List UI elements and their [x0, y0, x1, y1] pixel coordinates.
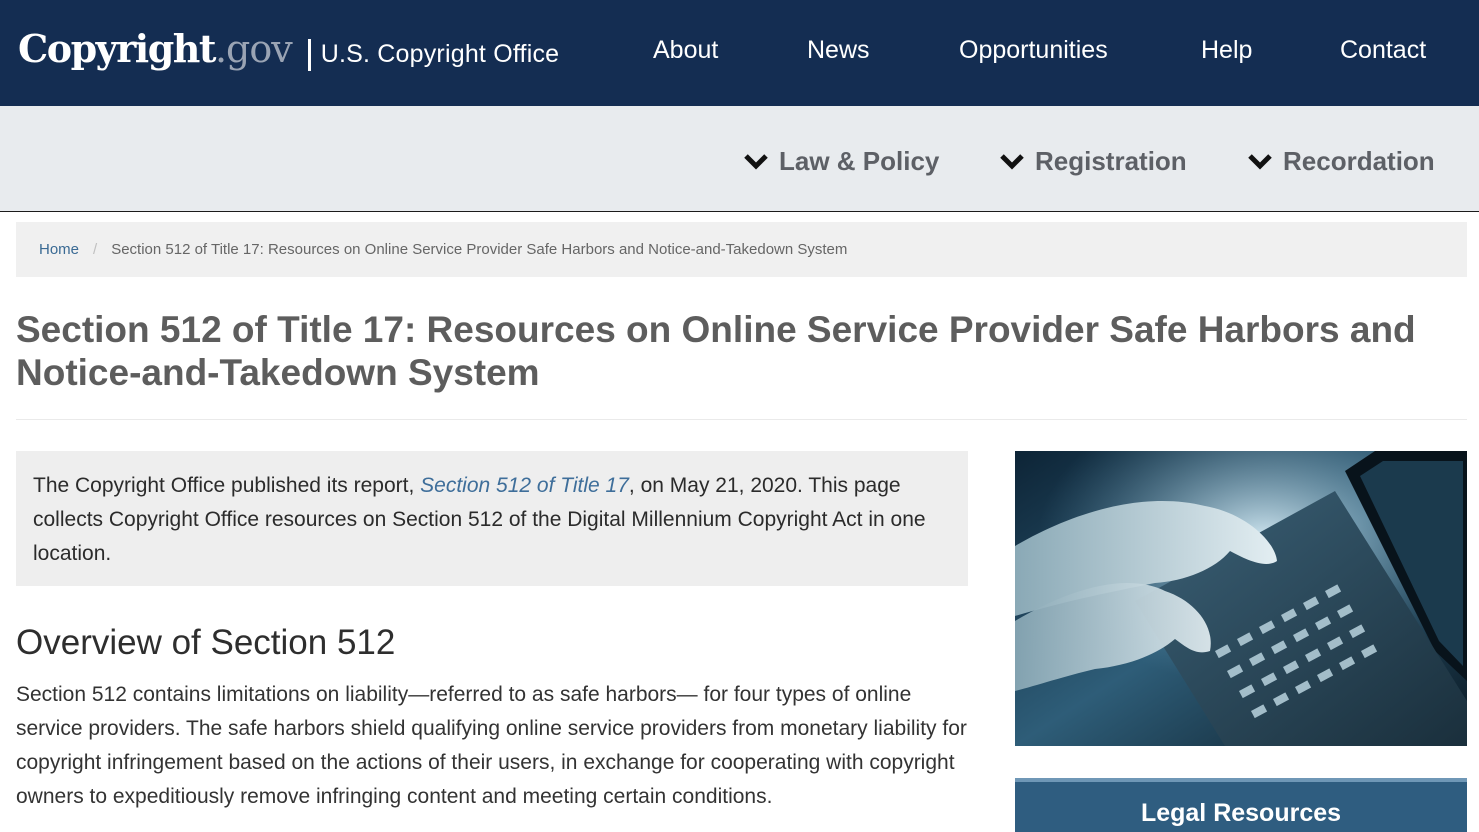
- site-header: Copyright .gov U.S. Copyright Office Abo…: [0, 0, 1479, 106]
- chevron-down-icon: [1247, 153, 1273, 171]
- report-link[interactable]: Section 512 of Title 17: [420, 474, 629, 497]
- overview-body: Section 512 contains limitations on liab…: [16, 683, 967, 808]
- subnav-recordation[interactable]: Recordation: [1247, 146, 1435, 177]
- page-title: Section 512 of Title 17: Resources on On…: [16, 309, 1416, 393]
- subnav-label: Law & Policy: [779, 146, 940, 176]
- main-nav: About News Opportunities Help Contact: [0, 36, 1479, 70]
- nav-contact[interactable]: Contact: [1340, 36, 1426, 65]
- subnav-registration[interactable]: Registration: [999, 146, 1187, 177]
- intro-callout: The Copyright Office published its repor…: [16, 451, 968, 586]
- subnav-label: Recordation: [1283, 146, 1435, 176]
- chevron-down-icon: [999, 153, 1025, 171]
- subnav-law-policy[interactable]: Law & Policy: [743, 146, 939, 177]
- nav-about[interactable]: About: [653, 36, 718, 65]
- laptop-typing-image: [1015, 451, 1467, 746]
- nav-help[interactable]: Help: [1201, 36, 1252, 65]
- title-divider: [16, 419, 1467, 420]
- legal-resources-header[interactable]: Legal Resources: [1015, 778, 1467, 832]
- chevron-down-icon: [743, 153, 769, 171]
- breadcrumb-home[interactable]: Home: [39, 241, 79, 258]
- intro-text-before: The Copyright Office published its repor…: [33, 474, 421, 497]
- nav-opportunities[interactable]: Opportunities: [959, 36, 1108, 65]
- breadcrumb: Home / Section 512 of Title 17: Resource…: [16, 222, 1467, 277]
- breadcrumb-current: Section 512 of Title 17: Resources on On…: [111, 241, 848, 258]
- breadcrumb-separator: /: [93, 241, 98, 258]
- secondary-nav: Law & Policy Registration Recordation: [0, 106, 1479, 212]
- nav-news[interactable]: News: [807, 36, 870, 65]
- subnav-label: Registration: [1035, 146, 1187, 176]
- overview-heading: Overview of Section 512: [16, 623, 396, 662]
